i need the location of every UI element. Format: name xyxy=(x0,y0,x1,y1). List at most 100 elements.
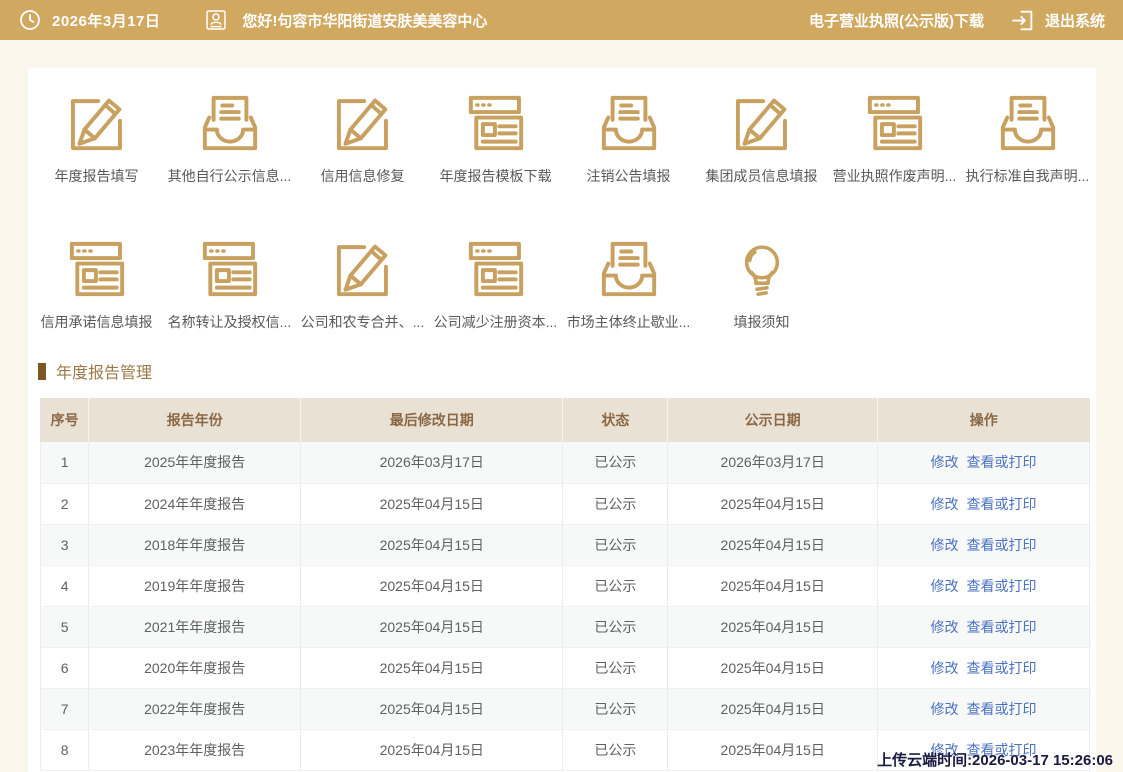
table-row: 52021年年度报告2025年04月15日已公示2025年04月15日修改查看或… xyxy=(41,606,1090,647)
shortcut-annual-report-template-download[interactable]: 年度报告模板下载 xyxy=(429,88,562,186)
license-download-link[interactable]: 电子营业执照(公示版)下载 xyxy=(809,10,984,31)
shortcut-other-self-publicity[interactable]: 其他自行公示信息... xyxy=(163,88,296,186)
cell-no: 7 xyxy=(41,688,89,729)
cell-year: 2022年年度报告 xyxy=(89,688,301,729)
cell-published: 2025年04月15日 xyxy=(668,729,878,770)
view-or-print-link[interactable]: 查看或打印 xyxy=(967,619,1037,635)
logout-link[interactable]: 退出系统 xyxy=(1045,10,1105,31)
cell-status: 已公示 xyxy=(563,647,668,688)
shortcut-capital-reduction[interactable]: 公司减少注册资本... xyxy=(429,234,562,332)
cell-actions: 修改查看或打印 xyxy=(878,606,1090,647)
column-header-modified: 最后修改日期 xyxy=(301,398,563,442)
top-header-bar: 2026年3月17日 您好!句容市华阳街道安肤美美容中心 电子营业执照(公示版)… xyxy=(0,0,1123,40)
inbox-tray-icon xyxy=(594,88,664,158)
view-or-print-link[interactable]: 查看或打印 xyxy=(967,454,1037,470)
cell-no: 5 xyxy=(41,606,89,647)
shortcut-license-void-declaration[interactable]: 营业执照作废声明... xyxy=(828,88,961,186)
annual-report-table: 序号报告年份最后修改日期状态公示日期操作 12025年年度报告2026年03月1… xyxy=(40,398,1090,771)
cell-modified: 2025年04月15日 xyxy=(301,647,563,688)
shortcut-company-coop-merger[interactable]: 公司和农专合并、... xyxy=(296,234,429,332)
shortcut-name-transfer-authorization[interactable]: 名称转让及授权信... xyxy=(163,234,296,332)
cell-year: 2019年年度报告 xyxy=(89,565,301,606)
shortcut-group-member-info[interactable]: 集团成员信息填报 xyxy=(695,88,828,186)
edit-link[interactable]: 修改 xyxy=(931,537,959,553)
browser-window-icon xyxy=(461,234,531,304)
cell-actions: 修改查看或打印 xyxy=(878,565,1090,606)
table-row: 42019年年度报告2025年04月15日已公示2025年04月15日修改查看或… xyxy=(41,565,1090,606)
edit-link[interactable]: 修改 xyxy=(931,496,959,512)
column-header-actions: 操作 xyxy=(878,398,1090,442)
shortcut-label: 执行标准自我声明... xyxy=(966,166,1090,186)
shortcut-credit-info-repair[interactable]: 信用信息修复 xyxy=(296,88,429,186)
cell-status: 已公示 xyxy=(563,483,668,524)
logout-icon[interactable] xyxy=(1010,8,1035,33)
inbox-tray-icon xyxy=(993,88,1063,158)
browser-window-icon xyxy=(860,88,930,158)
edit-pencil-icon xyxy=(328,234,398,304)
shortcut-label: 注销公告填报 xyxy=(587,166,671,186)
cell-modified: 2025年04月15日 xyxy=(301,565,563,606)
edit-link[interactable]: 修改 xyxy=(931,660,959,676)
cell-published: 2025年04月15日 xyxy=(668,483,878,524)
section-title: 年度报告管理 xyxy=(56,359,152,383)
edit-link[interactable]: 修改 xyxy=(931,578,959,594)
cell-no: 4 xyxy=(41,565,89,606)
table-row: 62020年年度报告2025年04月15日已公示2025年04月15日修改查看或… xyxy=(41,647,1090,688)
shortcut-credit-commitment-info[interactable]: 信用承诺信息填报 xyxy=(30,234,163,332)
table-header-row: 序号报告年份最后修改日期状态公示日期操作 xyxy=(41,398,1090,442)
shortcut-annual-report-fill[interactable]: 年度报告填写 xyxy=(30,88,163,186)
edit-link[interactable]: 修改 xyxy=(931,619,959,635)
table-body: 12025年年度报告2026年03月17日已公示2026年03月17日修改查看或… xyxy=(41,442,1090,770)
cell-status: 已公示 xyxy=(563,524,668,565)
shortcut-label: 集团成员信息填报 xyxy=(706,166,818,186)
cell-year: 2025年年度报告 xyxy=(89,442,301,483)
shortcut-row-1: 年度报告填写其他自行公示信息... 信用信息修复 年度报告模板下载注销公告填报 集团成… xyxy=(28,68,1096,186)
section-header: 年度报告管理 xyxy=(38,359,1096,383)
view-or-print-link[interactable]: 查看或打印 xyxy=(967,701,1037,717)
shortcut-cancellation-announcement[interactable]: 注销公告填报 xyxy=(562,88,695,186)
view-or-print-link[interactable]: 查看或打印 xyxy=(967,660,1037,676)
cell-actions: 修改查看或打印 xyxy=(878,688,1090,729)
shortcut-row-2: 信用承诺信息填报名称转让及授权信...公司和农专合并、...公司减少注册资本..… xyxy=(28,234,1096,332)
cell-year: 2021年年度报告 xyxy=(89,606,301,647)
cell-status: 已公示 xyxy=(563,688,668,729)
edit-link[interactable]: 修改 xyxy=(931,701,959,717)
header-date: 2026年3月17日 xyxy=(52,10,160,31)
table-row: 32018年年度报告2025年04月15日已公示2025年04月15日修改查看或… xyxy=(41,524,1090,565)
view-or-print-link[interactable]: 查看或打印 xyxy=(967,496,1037,512)
column-header-status: 状态 xyxy=(563,398,668,442)
cell-status: 已公示 xyxy=(563,729,668,770)
cell-status: 已公示 xyxy=(563,442,668,483)
cell-modified: 2025年04月15日 xyxy=(301,524,563,565)
cell-published: 2025年04月15日 xyxy=(668,565,878,606)
edit-pencil-icon xyxy=(328,88,398,158)
shortcut-label: 市场主体终止歇业... xyxy=(567,312,691,332)
cell-year: 2018年年度报告 xyxy=(89,524,301,565)
shortcut-business-termination[interactable]: 市场主体终止歇业... xyxy=(562,234,695,332)
cell-year: 2023年年度报告 xyxy=(89,729,301,770)
view-or-print-link[interactable]: 查看或打印 xyxy=(967,578,1037,594)
cell-published: 2026年03月17日 xyxy=(668,442,878,483)
content-panel: 年度报告填写其他自行公示信息... 信用信息修复 年度报告模板下载注销公告填报 集团成… xyxy=(28,68,1096,772)
lightbulb-icon xyxy=(727,234,797,304)
shortcut-label: 营业执照作废声明... xyxy=(833,166,957,186)
cell-modified: 2025年04月15日 xyxy=(301,688,563,729)
cell-actions: 修改查看或打印 xyxy=(878,442,1090,483)
inbox-tray-icon xyxy=(594,234,664,304)
cell-published: 2025年04月15日 xyxy=(668,524,878,565)
cell-actions: 修改查看或打印 xyxy=(878,524,1090,565)
cell-modified: 2025年04月15日 xyxy=(301,483,563,524)
shortcut-label: 名称转让及授权信... xyxy=(168,312,292,332)
edit-link[interactable]: 修改 xyxy=(931,454,959,470)
shortcut-standard-self-declaration[interactable]: 执行标准自我声明... xyxy=(961,88,1094,186)
cell-actions: 修改查看或打印 xyxy=(878,647,1090,688)
column-header-year: 报告年份 xyxy=(89,398,301,442)
edit-pencil-icon xyxy=(62,88,132,158)
cell-published: 2025年04月15日 xyxy=(668,647,878,688)
shortcut-label: 信用信息修复 xyxy=(321,166,405,186)
cell-actions: 修改查看或打印 xyxy=(878,483,1090,524)
column-header-no: 序号 xyxy=(41,398,89,442)
shortcut-filing-instructions[interactable]: 填报须知 xyxy=(695,234,828,332)
view-or-print-link[interactable]: 查看或打印 xyxy=(967,537,1037,553)
cell-status: 已公示 xyxy=(563,606,668,647)
